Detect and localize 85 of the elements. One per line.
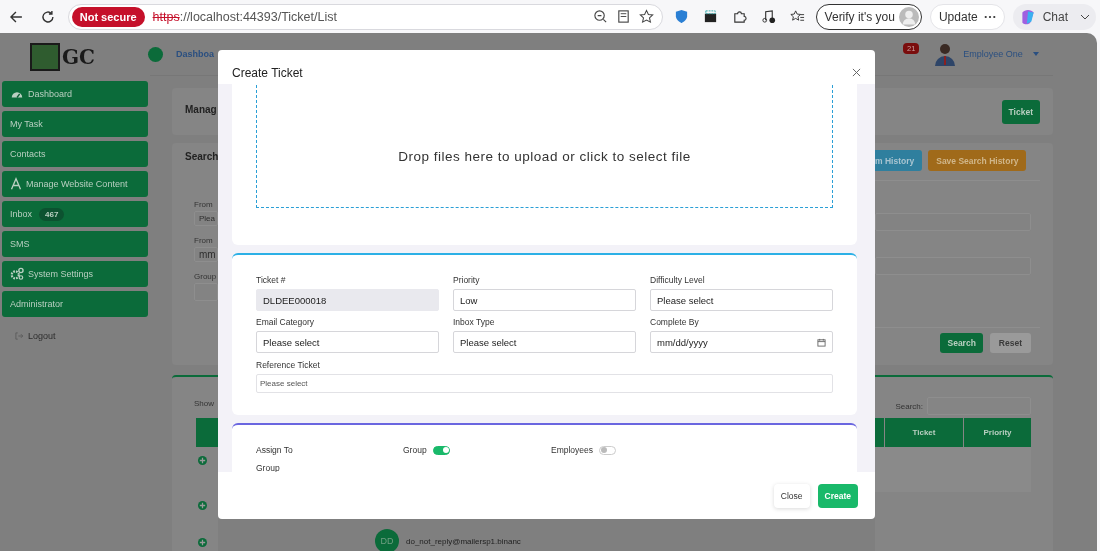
field-label: Priority xyxy=(453,275,481,285)
nav-item[interactable]: Manage Website Content xyxy=(2,171,148,197)
shield-icon[interactable] xyxy=(673,9,689,24)
zoom-out-icon[interactable] xyxy=(592,9,608,24)
file-drop-zone[interactable]: Drop files here to upload or click to select file xyxy=(256,84,833,208)
close-icon[interactable] xyxy=(852,68,861,77)
input-field[interactable] xyxy=(875,213,1031,231)
nav-item[interactable]: Administrator xyxy=(2,291,148,317)
logout-icon xyxy=(14,331,24,341)
logo: GC xyxy=(30,39,114,75)
search-button[interactable]: Search xyxy=(940,333,983,353)
reset-button[interactable]: Reset xyxy=(989,333,1031,353)
section-title: Search xyxy=(185,151,219,162)
input-field[interactable]: DLDEE000018 xyxy=(256,289,439,311)
field-label: Email Category xyxy=(256,317,316,327)
nav-item[interactable]: SMS xyxy=(2,231,148,257)
field-label: Reference Ticket xyxy=(256,360,321,370)
column-header[interactable]: Priority xyxy=(964,418,1031,447)
count-badge: 467 xyxy=(39,207,65,221)
status-dot xyxy=(148,46,163,62)
calendar-icon[interactable] xyxy=(817,337,826,347)
page-title: Manag xyxy=(185,104,217,115)
field-label: Group xyxy=(194,272,218,281)
security-badge[interactable]: Not secure xyxy=(71,6,145,27)
field-label: Difficulty Level xyxy=(650,275,706,285)
reload-icon[interactable] xyxy=(39,8,56,25)
nav-item[interactable]: Dashboard xyxy=(2,81,148,107)
history-button[interactable]: m History xyxy=(875,150,923,171)
show-label: Show xyxy=(194,399,214,408)
create-button[interactable]: Create xyxy=(817,483,858,508)
sender-email: do_not_reply@mailersp1.binanc xyxy=(406,536,521,546)
url-text: https://localhost:44393/Ticket/List xyxy=(152,9,337,24)
nav-item[interactable]: My Task xyxy=(2,111,148,137)
avatar-initials: DD xyxy=(375,529,399,551)
letter-icon xyxy=(10,177,22,191)
input-field[interactable]: Please select xyxy=(650,289,833,311)
user-name[interactable]: Employee One xyxy=(963,49,1023,59)
star-icon[interactable] xyxy=(638,9,654,24)
expand-icon[interactable] xyxy=(198,456,207,465)
expand-icon[interactable] xyxy=(198,501,207,510)
music-icon[interactable] xyxy=(760,9,776,24)
toggle-switch[interactable] xyxy=(432,445,450,455)
verify-button[interactable]: Verify it's you xyxy=(815,3,922,30)
field-label: Assign To xyxy=(256,445,294,455)
field-label: Ticket # xyxy=(256,275,287,285)
dialog-title: Create Ticket xyxy=(232,66,303,80)
search-label: Search: xyxy=(895,401,923,411)
reader-icon[interactable] xyxy=(615,9,631,24)
input-field[interactable]: Plea xyxy=(194,211,218,226)
avatar-icon[interactable] xyxy=(934,42,957,66)
save-history-button[interactable]: Save Search History xyxy=(928,150,1027,171)
toggle-switch[interactable] xyxy=(599,445,617,455)
input-field[interactable]: Low xyxy=(453,289,636,311)
toggle-label: Group xyxy=(403,445,427,455)
column-header[interactable]: Ticket xyxy=(885,418,963,447)
toggle-label: Employees xyxy=(551,445,594,455)
new-ticket-button[interactable]: Ticket xyxy=(1001,100,1040,124)
input-field[interactable] xyxy=(875,257,1031,275)
input-field[interactable]: mm/dd/yyyy xyxy=(650,331,833,353)
input-field[interactable]: mm xyxy=(194,247,218,262)
nav-item[interactable]: System Settings xyxy=(2,261,148,287)
field-label: From xyxy=(194,200,214,209)
expand-icon[interactable] xyxy=(198,538,207,547)
extension-icon[interactable] xyxy=(702,9,718,24)
input-field[interactable] xyxy=(194,283,218,301)
update-button[interactable]: Update xyxy=(929,3,1005,30)
field-label: Inbox Type xyxy=(453,317,496,327)
address-bar[interactable]: Not secure https://localhost:44393/Ticket/List xyxy=(67,3,663,30)
avatar-icon xyxy=(898,6,919,27)
input-field[interactable]: Please select xyxy=(453,331,636,353)
field-label: Group xyxy=(256,463,281,472)
puzzle-icon[interactable] xyxy=(731,9,747,24)
nav-item[interactable]: Contacts xyxy=(2,141,148,167)
caret-icon[interactable] xyxy=(1032,52,1039,56)
nav-item[interactable]: Inbox 467 xyxy=(2,201,148,227)
input-field[interactable]: Please select xyxy=(256,331,439,353)
more-icon xyxy=(983,14,996,19)
favorites-icon[interactable] xyxy=(789,9,805,24)
close-button[interactable]: Close xyxy=(773,483,810,508)
chevron-icon xyxy=(1080,13,1090,20)
field-label: From xyxy=(194,236,214,245)
chat-button[interactable]: Chat xyxy=(1012,3,1096,30)
gears-icon xyxy=(10,267,24,281)
field-label: Complete By xyxy=(650,317,700,327)
logout-link[interactable]: Logout xyxy=(14,331,64,341)
